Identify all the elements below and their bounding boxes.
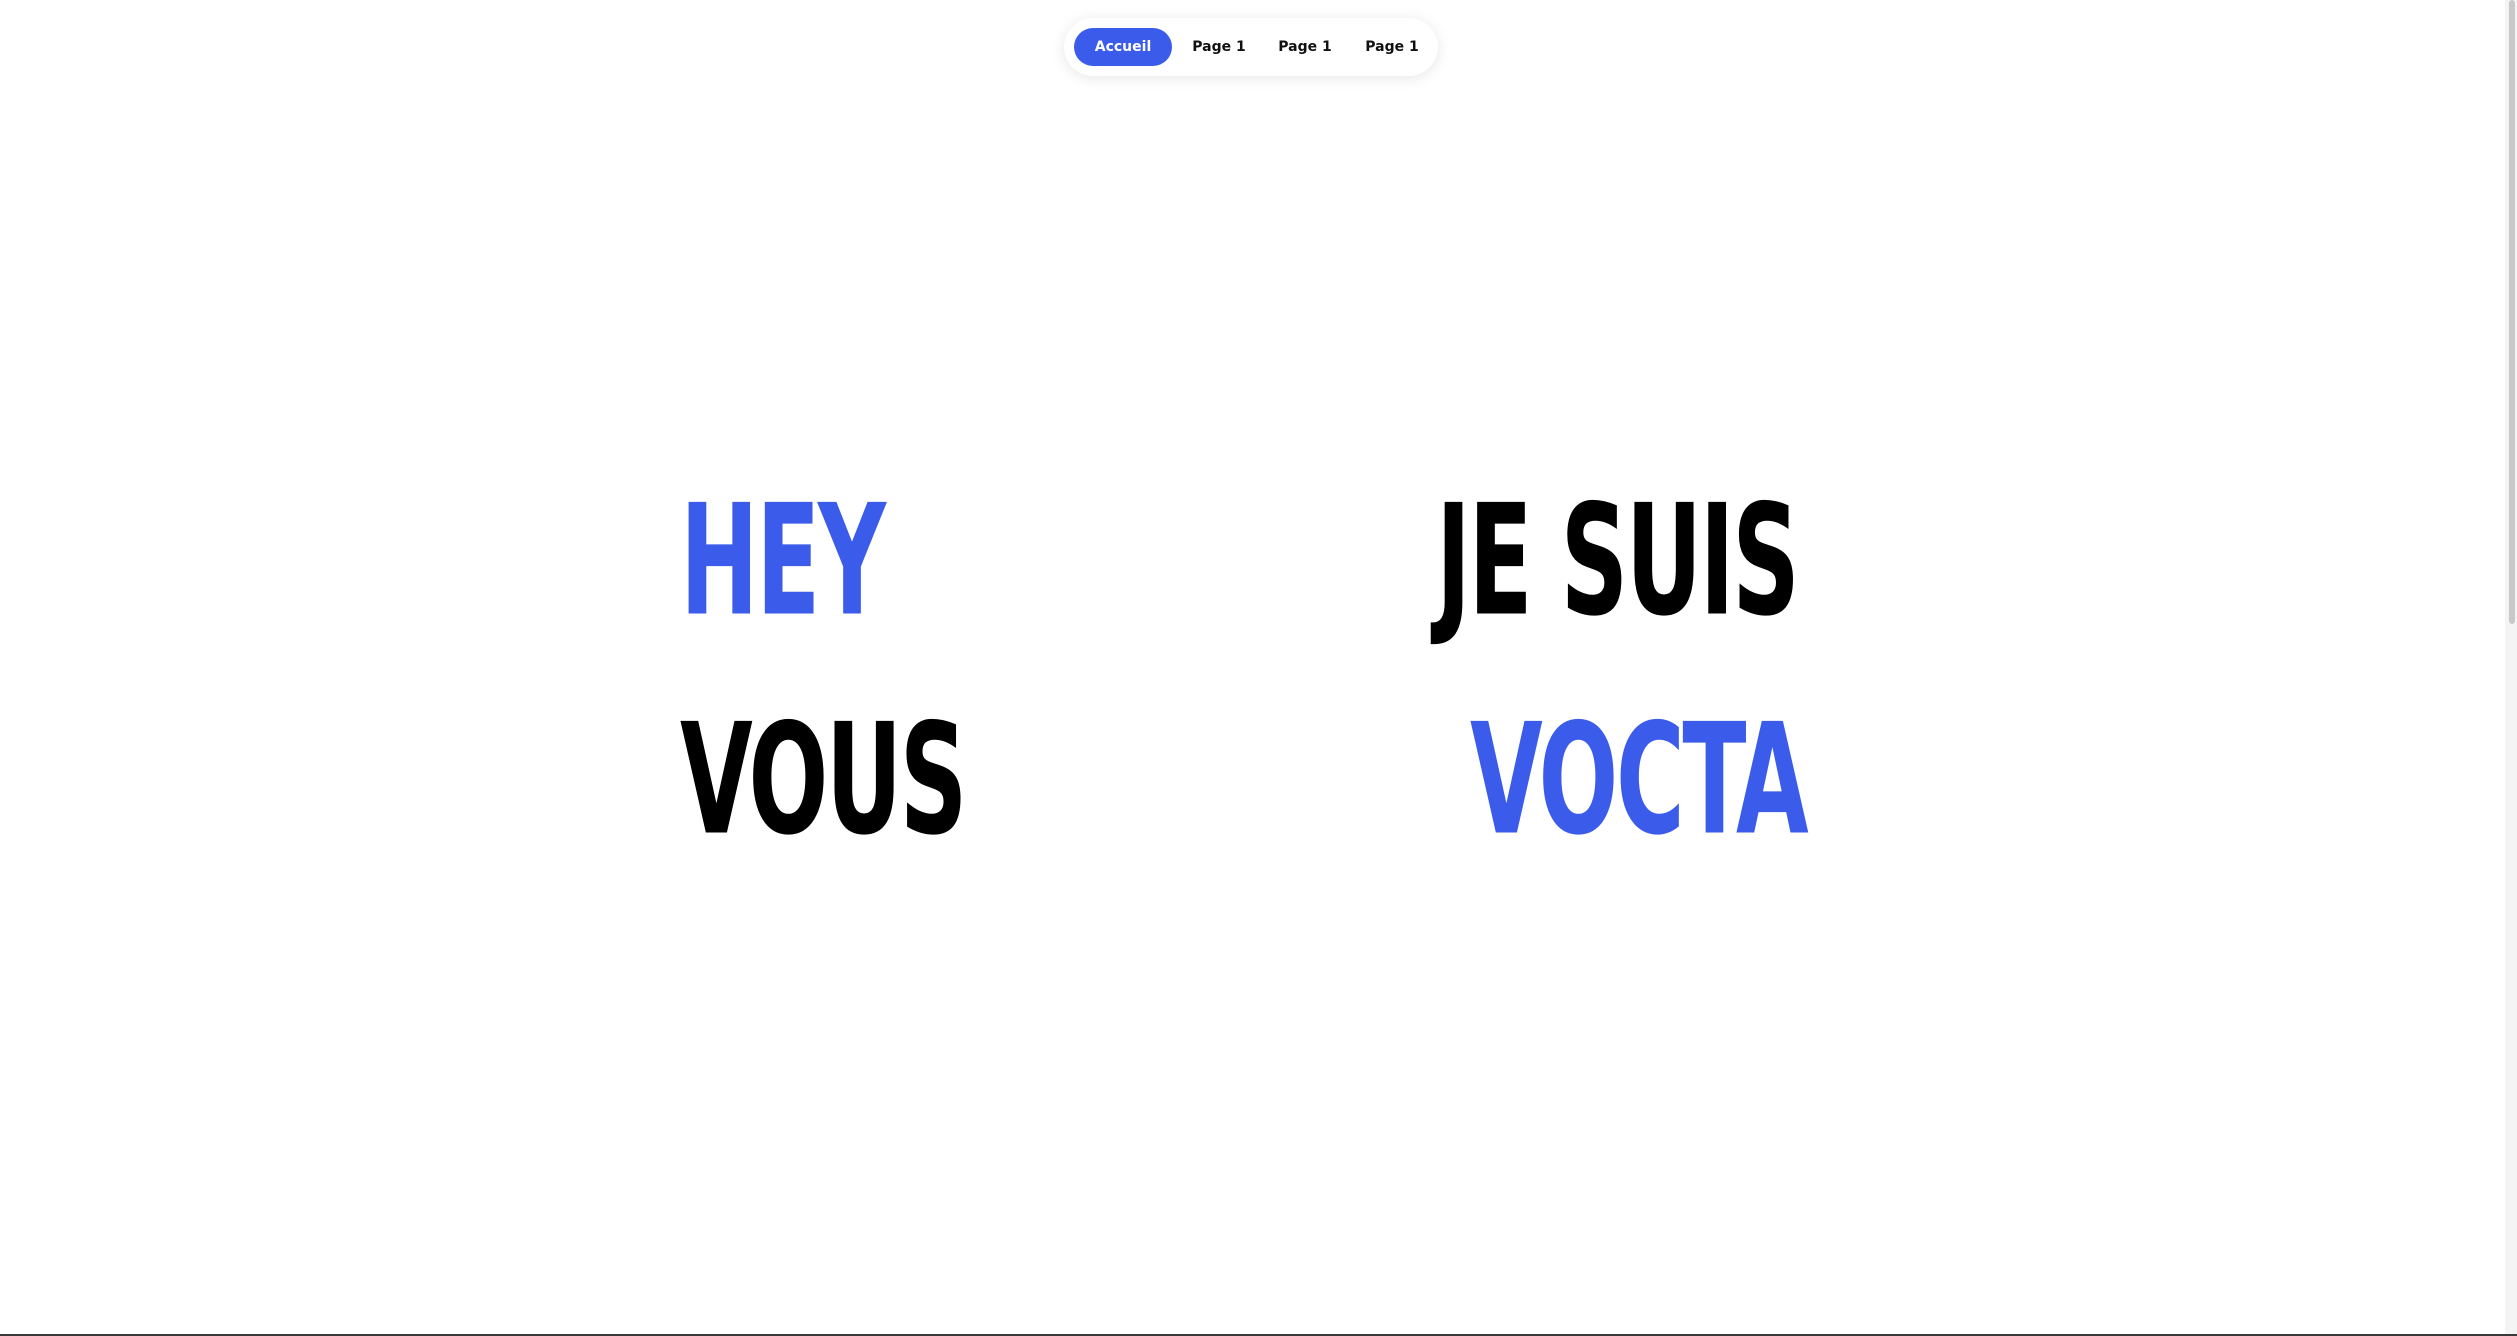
- scrollbar-thumb[interactable]: [2509, 0, 2515, 624]
- nav-item-accueil[interactable]: Accueil: [1074, 28, 1172, 66]
- nav-item-page-1-third[interactable]: Page 1: [1351, 28, 1433, 66]
- hero-word-hey: HEY: [680, 471, 886, 651]
- hero-word-vous: VOUS: [680, 690, 967, 870]
- nav-item-page-1-second[interactable]: Page 1: [1264, 28, 1346, 66]
- hero-word-je-suis: JE SUIS: [1436, 471, 1800, 651]
- hero-word-vocta: VOCTA: [1470, 690, 1809, 870]
- top-navigation: Accueil Page 1 Page 1 Page 1: [1064, 18, 1438, 76]
- vertical-scrollbar[interactable]: [2505, 0, 2517, 1336]
- nav-item-page-1[interactable]: Page 1: [1178, 28, 1260, 66]
